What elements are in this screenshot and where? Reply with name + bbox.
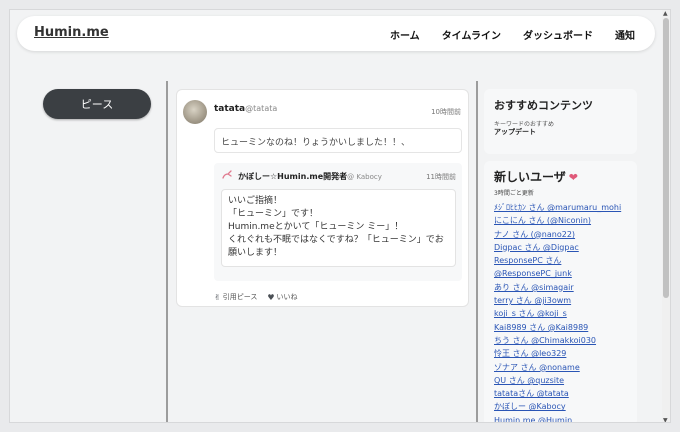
quoted-line: 「ヒューミン」です！	[228, 209, 319, 219]
like-label: いいね	[276, 293, 298, 301]
left-column-divider	[166, 81, 168, 422]
user-link[interactable]: ﾒｼﾞﾛﾋﾋｶﾝ さん @marumaru_mohi	[494, 201, 634, 214]
post-card: tatata@tatata 10時間前 ヒューミンなのね！りょうかいしました！！…	[176, 89, 469, 307]
new-users-title: 新しいユーザ ❤	[494, 168, 578, 185]
peace-hand-icon	[222, 170, 232, 179]
user-link[interactable]: かぼしー @Kabocy	[494, 400, 634, 413]
user-link[interactable]: Kai8989 さん @Kai8989	[494, 321, 634, 334]
user-link[interactable]: tatataさん @tatata	[494, 387, 634, 400]
user-link[interactable]: QU さん @quzsite	[494, 374, 634, 387]
post-author[interactable]: tatata@tatata	[214, 104, 277, 114]
user-link[interactable]: Digpac さん @Digpac	[494, 241, 634, 254]
quoted-line: Humin.meとかいて「ヒューミン ミー」！	[228, 222, 404, 232]
user-link[interactable]: terry さん @ji3owm	[494, 294, 634, 307]
user-link[interactable]: ちう さん @Chimakkoi030	[494, 334, 634, 347]
scroll-up-arrow-icon[interactable]: ▲	[663, 10, 668, 17]
user-link[interactable]: Humin.me @Humin	[494, 414, 634, 422]
quoted-post[interactable]: かぼしー☆Humin.me開発者@ Kabocy 11時間前 いいご指摘！ 「ヒ…	[214, 163, 462, 281]
nav-home[interactable]: ホーム	[390, 27, 420, 42]
quoted-author-name: かぼしー☆Humin.me開発者	[238, 172, 348, 181]
vertical-scrollbar[interactable]: ▲ ▼	[662, 10, 670, 422]
user-link[interactable]: にこにん さん (@Niconin)	[494, 214, 634, 227]
user-link[interactable]: ゾナア さん @noname	[494, 361, 634, 374]
brand-logo-link[interactable]: Humin.me	[34, 25, 109, 40]
user-link[interactable]: あり さん @simagair	[494, 281, 634, 294]
quote-peace-label: 引用ピース	[222, 293, 258, 301]
user-link[interactable]: koji_s さん @koji_s	[494, 307, 634, 320]
peace-sign-icon: ✌	[214, 292, 221, 302]
user-link[interactable]: ResponsePC さん	[494, 254, 634, 267]
post-author-handle: @tatata	[245, 104, 278, 113]
new-users-title-text: 新しいユーザ	[494, 170, 566, 184]
quoted-body: いいご指摘！ 「ヒューミン」です！ Humin.meとかいて「ヒューミン ミー」…	[221, 189, 456, 267]
post-body: ヒューミンなのね！りょうかいしました！！、	[214, 128, 462, 153]
quoted-timestamp: 11時間前	[426, 173, 456, 181]
nav-timeline[interactable]: タイムライン	[442, 27, 501, 42]
user-link[interactable]: @ResponsePC_junk	[494, 267, 634, 280]
new-users-subtitle: 3時間ごと更新	[494, 190, 534, 197]
top-navbar: Humin.me ホーム タイムライン ダッシュボード 通知	[17, 16, 655, 51]
quoted-line: 願いします！	[228, 248, 283, 258]
quoted-author-handle: @ Kabocy	[347, 173, 382, 181]
new-users-list: ﾒｼﾞﾛﾋﾋｶﾝ さん @marumaru_mohi にこにん さん (@Nic…	[494, 201, 634, 422]
scrollbar-thumb[interactable]	[663, 18, 669, 298]
quoted-line: くれぐれも不眠ではなくですね？「ヒューミン」でお	[228, 235, 444, 245]
nav-dashboard[interactable]: ダッシュボード	[523, 27, 593, 42]
like-action[interactable]: ♥ いいね	[267, 292, 297, 302]
new-users-panel: 新しいユーザ ❤ 3時間ごと更新 ﾒｼﾞﾛﾋﾋｶﾝ さん @marumaru_mo…	[484, 161, 637, 422]
quote-peace-action[interactable]: ✌ 引用ピース	[214, 292, 257, 302]
post-actions: ✌ 引用ピース ♥ いいね	[214, 292, 298, 302]
peace-button[interactable]: ピース	[43, 89, 151, 119]
quoted-author[interactable]: かぼしー☆Humin.me開発者@ Kabocy	[238, 171, 382, 182]
user-link[interactable]: ナノ さん (@nano22)	[494, 228, 634, 241]
nav-links: ホーム タイムライン ダッシュボード 通知	[390, 27, 635, 42]
recommended-item[interactable]: アップデート	[494, 127, 536, 137]
quoted-line: いいご指摘！	[228, 196, 283, 206]
right-column-divider	[476, 81, 478, 422]
scroll-down-arrow-icon[interactable]: ▼	[663, 417, 668, 422]
user-link[interactable]: 怜王 さん @leo329	[494, 347, 634, 360]
heart-icon: ♥	[267, 292, 275, 302]
post-author-name[interactable]: tatata	[214, 104, 245, 114]
recommended-panel: おすすめコンテンツ キーワードのおすすめ アップデート	[484, 89, 637, 154]
post-timestamp: 10時間前	[431, 108, 461, 116]
avatar[interactable]	[183, 100, 207, 124]
recommended-title: おすすめコンテンツ	[494, 99, 593, 112]
nav-notifications[interactable]: 通知	[615, 27, 635, 42]
browser-viewport: Humin.me ホーム タイムライン ダッシュボード 通知 ピース tatat…	[9, 9, 671, 423]
sparkle-heart-icon: ❤	[568, 171, 578, 184]
